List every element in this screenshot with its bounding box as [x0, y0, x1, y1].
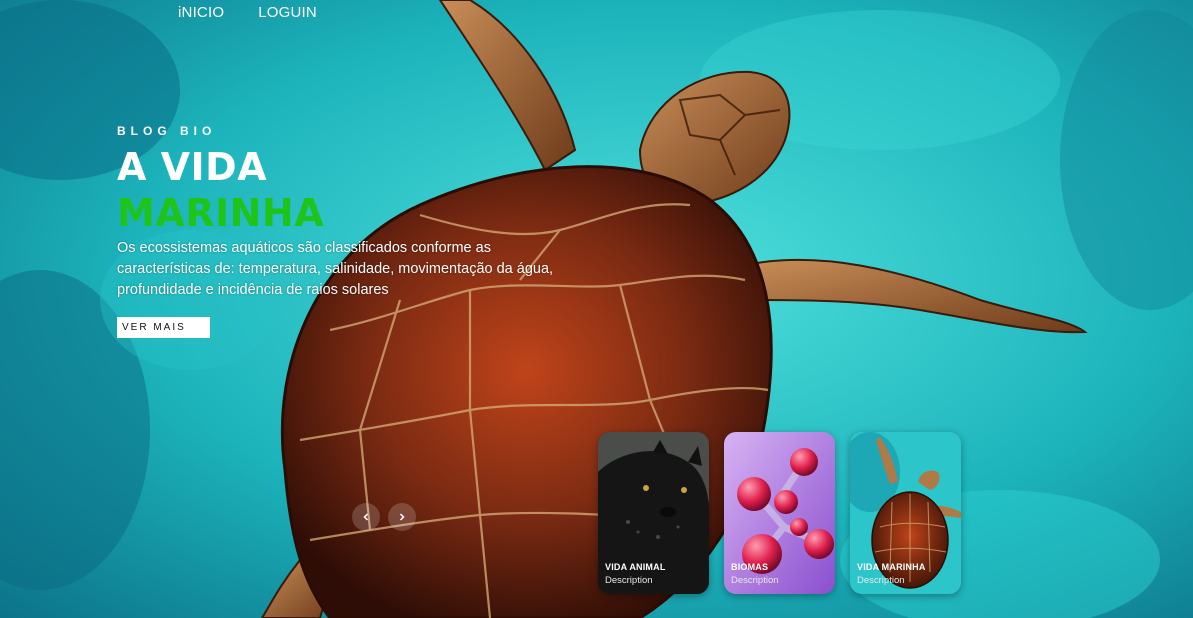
prev-slide-button[interactable] — [352, 503, 380, 531]
card-title: BIOMAS — [731, 562, 769, 572]
ver-mais-button[interactable]: VER MAIS — [117, 317, 210, 338]
slider-controls — [352, 503, 416, 531]
card-caption: BIOMAS Description — [731, 562, 779, 586]
nav-link-loguin[interactable]: LOGUIN — [258, 4, 317, 21]
card-vida-marinha[interactable]: VIDA MARINHA Description — [850, 432, 961, 594]
top-nav: iNICIO LOGUIN — [178, 4, 317, 21]
nav-link-inicio[interactable]: iNICIO — [178, 4, 224, 21]
card-description: Description — [857, 575, 905, 586]
card-description: Description — [605, 575, 653, 586]
hero-description: Os ecossistemas aquáticos são classifica… — [117, 240, 554, 298]
card-title: VIDA ANIMAL — [605, 562, 666, 572]
next-slide-button[interactable] — [388, 503, 416, 531]
card-biomas[interactable]: BIOMAS Description — [724, 432, 835, 594]
hero-eyebrow: BLOG BIO — [117, 124, 217, 138]
chevron-right-icon — [399, 513, 405, 521]
card-caption: VIDA ANIMAL Description — [605, 562, 666, 586]
card-description: Description — [731, 575, 779, 586]
hero-title-line2: MARINHA — [117, 191, 325, 235]
hero-content: BLOG BIO A VIDA MARINHA Os ecossistemas … — [117, 124, 577, 338]
chevron-left-icon — [363, 513, 369, 521]
card-caption: VIDA MARINHA Description — [857, 562, 926, 586]
ver-mais-label: VER MAIS — [122, 322, 186, 333]
hero-title-line1: A VIDA — [117, 145, 268, 189]
category-cards: VIDA ANIMAL Description BIOMAS Descripti… — [598, 432, 961, 594]
card-vida-animal[interactable]: VIDA ANIMAL Description — [598, 432, 709, 594]
card-title: VIDA MARINHA — [857, 562, 926, 572]
